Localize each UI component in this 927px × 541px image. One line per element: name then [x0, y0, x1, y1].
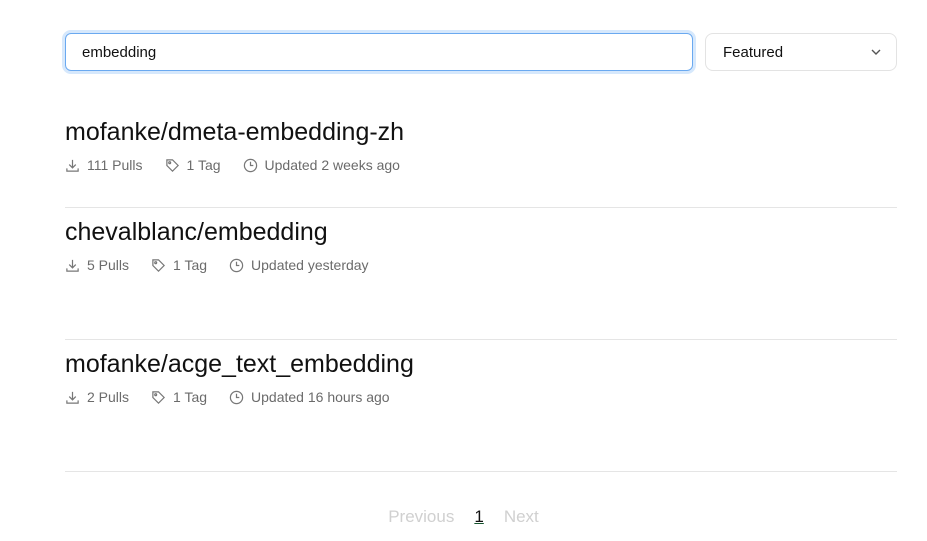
result-title[interactable]: mofanke/acge_text_embedding — [65, 350, 414, 379]
updated-time: Updated 16 hours ago — [251, 389, 390, 405]
pull-count: 111 Pulls — [87, 157, 143, 173]
previous-button[interactable]: Previous — [388, 507, 454, 527]
tag-icon — [165, 158, 179, 172]
tag-count: 1 Tag — [173, 257, 208, 273]
tag-icon — [152, 258, 166, 272]
result-title[interactable]: mofanke/dmeta-embedding-zh — [65, 118, 404, 147]
download-icon — [66, 259, 79, 272]
page-1-link[interactable]: 1 — [474, 507, 483, 527]
search-input[interactable]: embedding — [65, 33, 693, 71]
tag-icon — [152, 390, 166, 404]
search-value: embedding — [82, 43, 157, 61]
updated-time: Updated yesterday — [251, 257, 369, 273]
sort-selected: Featured — [723, 43, 784, 61]
updated-time: Updated 2 weeks ago — [264, 157, 400, 173]
next-button[interactable]: Next — [504, 507, 539, 527]
pagination: Previous 1 Next — [0, 507, 927, 527]
chevron-down-icon — [871, 49, 881, 55]
pull-count: 2 Pulls — [87, 389, 130, 405]
result-meta: 5 Pulls 1 Tag Updated yesterday — [65, 257, 391, 273]
result-meta: 111 Pulls 1 Tag Updated 2 weeks ago — [65, 157, 422, 173]
download-icon — [66, 391, 79, 404]
clock-icon — [229, 390, 244, 404]
tag-count: 1 Tag — [173, 389, 208, 405]
result-title[interactable]: chevalblanc/embedding — [65, 218, 328, 247]
result-item[interactable]: chevalblanc/embedding 5 Pulls 1 Tag Upda… — [65, 208, 897, 340]
result-item[interactable]: mofanke/dmeta-embedding-zh 111 Pulls 1 T… — [65, 76, 897, 208]
result-meta: 2 Pulls 1 Tag Updated 16 hours ago — [65, 389, 412, 405]
clock-icon — [243, 158, 257, 172]
sort-select[interactable]: Featured — [705, 33, 897, 71]
clock-icon — [229, 258, 244, 272]
result-item[interactable]: mofanke/acge_text_embedding 2 Pulls 1 Ta… — [65, 340, 897, 472]
tag-count: 1 Tag — [186, 157, 221, 173]
pull-count: 5 Pulls — [87, 257, 130, 273]
download-icon — [66, 159, 79, 172]
